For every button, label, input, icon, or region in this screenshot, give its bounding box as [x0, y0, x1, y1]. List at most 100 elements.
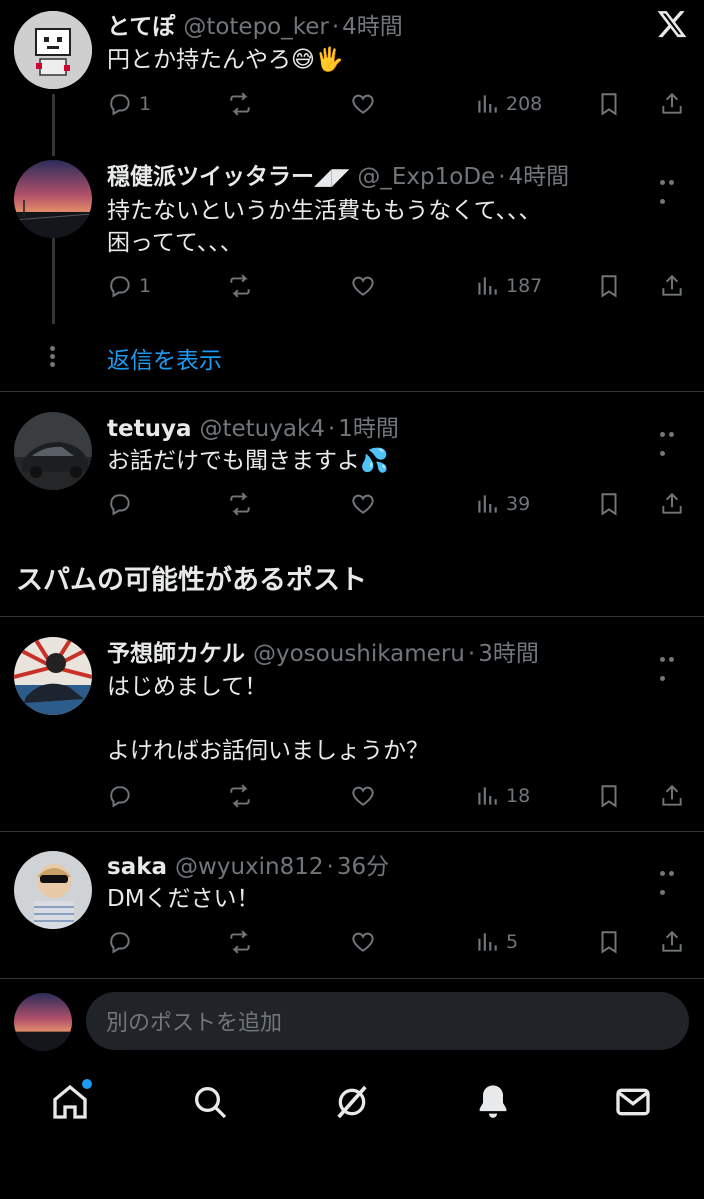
share-button[interactable]	[659, 922, 685, 962]
heart-icon	[352, 786, 374, 806]
views-button[interactable]: 187	[474, 266, 542, 306]
home-icon[interactable]	[50, 1079, 92, 1122]
action-bar: 1 187	[107, 266, 687, 306]
more-options-icon[interactable]	[660, 422, 686, 456]
like-button[interactable]	[350, 922, 376, 962]
reply-composer: 別のポストを追加	[0, 980, 704, 1062]
divider	[0, 978, 704, 979]
thread-dots-icon	[50, 346, 56, 370]
repost-icon	[230, 784, 250, 808]
bookmark-icon	[601, 493, 617, 516]
messages-icon[interactable]	[613, 1082, 653, 1122]
share-button[interactable]	[659, 776, 685, 816]
avatar[interactable]	[14, 637, 92, 715]
bookmark-button[interactable]	[596, 776, 622, 816]
repost-button[interactable]	[227, 922, 253, 962]
action-bar: 39	[107, 484, 687, 524]
reply-button[interactable]: 1	[107, 84, 151, 124]
views-button[interactable]: 208	[474, 84, 542, 124]
bookmark-button[interactable]	[596, 266, 622, 306]
avatar[interactable]	[14, 851, 92, 929]
views-count: 5	[506, 931, 519, 953]
display-name[interactable]: 穏健派ツイッタラー◢◤	[107, 157, 349, 191]
views-count: 208	[506, 93, 543, 115]
share-button[interactable]	[659, 484, 685, 524]
reply-button[interactable]	[107, 484, 133, 524]
like-button[interactable]	[350, 776, 376, 816]
views-button[interactable]: 5	[474, 922, 518, 962]
share-button[interactable]	[659, 84, 685, 124]
show-replies-link[interactable]: 返信を表示	[107, 341, 222, 375]
post-header: 予想師カケル @yosoushikameru · 3時間	[107, 634, 539, 668]
reply-button[interactable]	[107, 922, 133, 962]
handle[interactable]: @wyuxin812	[175, 854, 323, 880]
notifications-icon[interactable]	[473, 1082, 513, 1122]
handle[interactable]: @totepo_ker	[183, 14, 329, 40]
home-badge	[82, 1079, 92, 1089]
like-button[interactable]	[350, 484, 376, 524]
display-name[interactable]: tetuya	[107, 416, 191, 442]
share-icon	[662, 92, 682, 114]
timestamp[interactable]: 4時間	[342, 7, 403, 41]
views-icon	[478, 787, 497, 805]
post-text: DMください！	[107, 886, 260, 912]
action-bar: 1 208	[107, 84, 687, 124]
more-options-icon[interactable]	[660, 647, 686, 681]
reply-button[interactable]: 1	[107, 266, 151, 306]
more-options-icon[interactable]	[660, 170, 686, 204]
heart-icon	[352, 932, 374, 952]
views-button[interactable]: 39	[474, 484, 530, 524]
repost-icon	[230, 274, 250, 298]
share-icon	[662, 274, 682, 296]
separator: ·	[467, 641, 476, 667]
separator: ·	[326, 854, 334, 880]
heart-icon	[352, 494, 374, 514]
more-options-icon[interactable]	[660, 861, 686, 895]
avatar[interactable]	[14, 11, 92, 89]
repost-button[interactable]	[227, 266, 253, 306]
timestamp[interactable]: 36分	[337, 847, 389, 881]
avatar[interactable]	[14, 412, 92, 490]
post-item[interactable]: tetuya @tetuyak4 · 1時間 お話だけでも聞きますよ💦 39	[0, 392, 704, 532]
bookmark-button[interactable]	[596, 484, 622, 524]
post-item[interactable]: とてぽ @totepo_ker · 4時間 円とか持たんやろ😅🖐️ 1 208	[0, 0, 704, 150]
like-button[interactable]	[350, 84, 376, 124]
display-name[interactable]: saka	[107, 854, 167, 880]
post-text: 持たないというか生活費ももうなくて、、、 困ってて、、、	[107, 198, 542, 256]
post-item[interactable]: 穏健派ツイッタラー◢◤ @_Exp1oDe · 4時間 持たないというか生活費も…	[0, 150, 704, 390]
grok-icon[interactable]	[332, 1082, 372, 1122]
post-item[interactable]: saka @wyuxin812 · 36分 DMください！ 5	[0, 832, 704, 978]
section-title: スパムの可能性があるポスト	[16, 565, 367, 596]
handle[interactable]: @_Exp1oDe	[357, 164, 495, 190]
heart-icon	[352, 276, 374, 296]
reply-button[interactable]	[107, 776, 133, 816]
avatar[interactable]	[14, 160, 92, 238]
views-button[interactable]: 18	[474, 776, 530, 816]
reply-icon	[110, 932, 130, 954]
display-name[interactable]: 予想師カケル	[107, 634, 245, 668]
share-button[interactable]	[659, 266, 685, 306]
post-item[interactable]: 予想師カケル @yosoushikameru · 3時間 はじめまして！ よけれ…	[0, 617, 704, 831]
repost-icon	[230, 92, 250, 116]
timestamp[interactable]: 1時間	[338, 409, 399, 443]
bookmark-button[interactable]	[596, 84, 622, 124]
display-name[interactable]: とてぽ	[107, 7, 175, 41]
reply-input[interactable]: 別のポストを追加	[86, 992, 689, 1050]
timestamp[interactable]: 4時間	[509, 157, 570, 191]
repost-icon	[230, 492, 250, 516]
repost-button[interactable]	[227, 484, 253, 524]
timestamp[interactable]: 3時間	[478, 634, 539, 668]
repost-button[interactable]	[227, 776, 253, 816]
repost-button[interactable]	[227, 84, 253, 124]
share-icon	[662, 784, 682, 806]
search-icon[interactable]	[190, 1082, 230, 1122]
handle[interactable]: @yosoushikameru	[253, 641, 465, 667]
post-header: tetuya @tetuyak4 · 1時間	[107, 409, 399, 443]
like-button[interactable]	[350, 266, 376, 306]
post-header: とてぽ @totepo_ker · 4時間	[107, 7, 403, 41]
views-count: 187	[506, 275, 543, 297]
handle[interactable]: @tetuyak4	[199, 416, 324, 442]
share-icon	[662, 492, 682, 514]
own-avatar[interactable]	[14, 993, 72, 1051]
bookmark-button[interactable]	[596, 922, 622, 962]
